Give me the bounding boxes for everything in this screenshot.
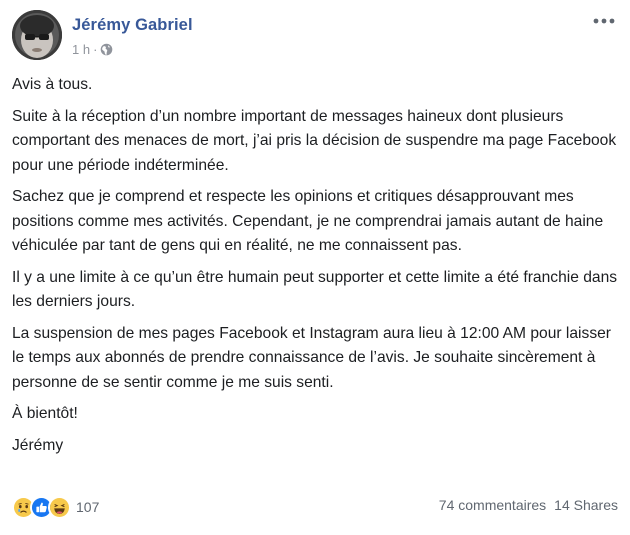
post-paragraph: Sachez que je comprend et respecte les o… <box>12 188 604 254</box>
post-meta: 1 h · <box>72 41 113 57</box>
post-paragraph: À bientôt! <box>12 405 78 422</box>
author-name-link[interactable]: Jérémy Gabriel <box>72 16 193 35</box>
engagement-counts: 74 commentaires 14 Shares <box>439 497 618 513</box>
author-avatar[interactable] <box>12 10 62 60</box>
post-paragraph: Avis à tous. <box>12 76 93 93</box>
facebook-post: Jérémy Gabriel 1 h · Avis à tous. Suite … <box>0 0 630 535</box>
post-paragraph: La suspension de mes pages Facebook et I… <box>12 324 611 391</box>
reaction-count: 107 <box>76 499 100 515</box>
globe-icon[interactable] <box>100 43 113 56</box>
haha-reaction-icon <box>48 495 71 519</box>
comments-count-link[interactable]: 74 commentaires <box>439 497 546 513</box>
post-header: Jérémy Gabriel 1 h · <box>12 10 618 62</box>
post-footer: 107 74 commentaires 14 Shares <box>12 493 618 521</box>
profile-photo <box>12 10 62 60</box>
post-paragraph: Suite à la réception d’un nombre importa… <box>12 107 617 174</box>
post-timestamp[interactable]: 1 h <box>72 42 90 57</box>
post-body: Avis à tous. Suite à la réception d’un n… <box>12 73 618 465</box>
post-paragraph: Il y a une limite à ce qu’un être humain… <box>12 268 618 311</box>
reactions-summary[interactable]: 107 <box>12 493 99 521</box>
more-options-icon[interactable] <box>592 14 616 28</box>
shares-count-link[interactable]: 14 Shares <box>554 497 618 513</box>
meta-separator: · <box>93 41 98 57</box>
post-paragraph: Jérémy <box>12 436 64 454</box>
